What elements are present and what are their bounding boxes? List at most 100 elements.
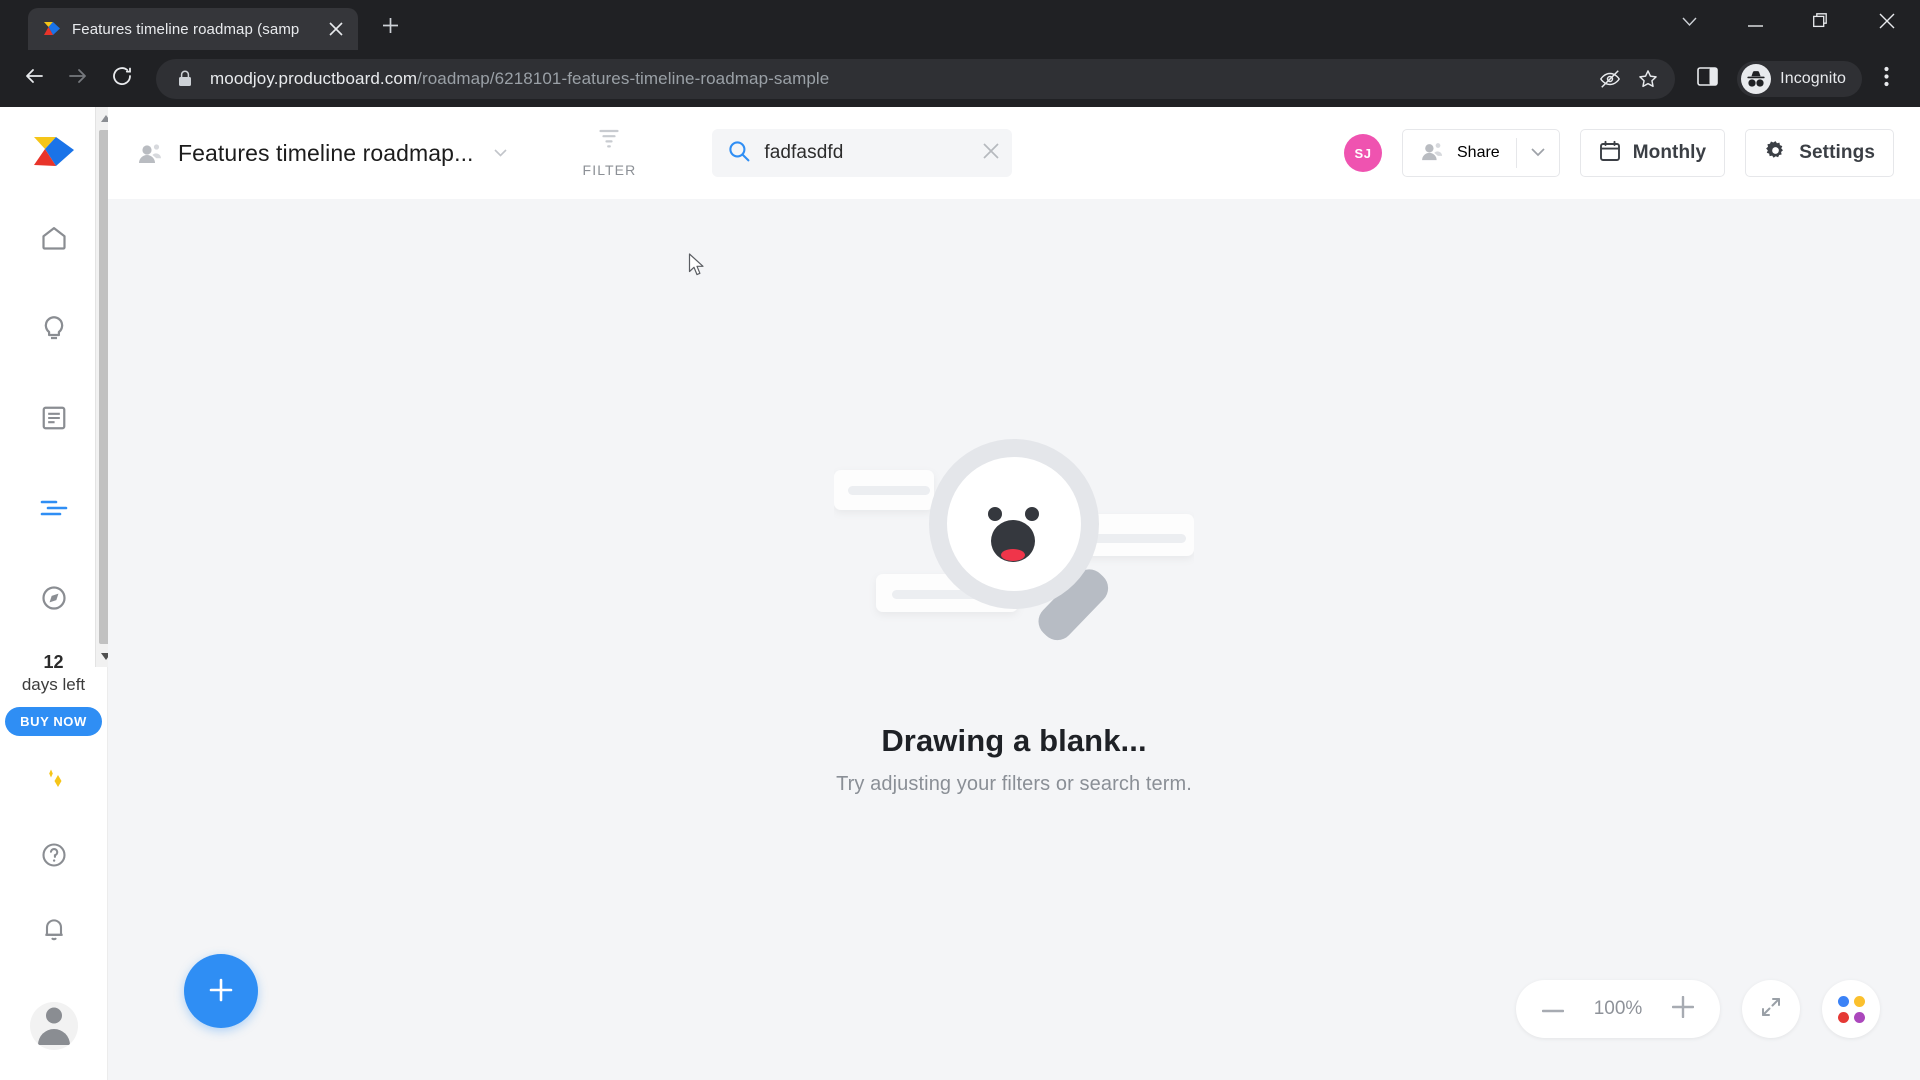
settings-button[interactable]: Settings [1745,129,1894,177]
address-bar[interactable]: moodjoy.productboard.com/roadmap/6218101… [156,58,1676,99]
share-button-group: Share [1402,129,1560,177]
url-path: /roadmap/6218101-features-timeline-roadm… [417,68,830,88]
zoom-controls: 100% [1516,980,1880,1038]
browser-tab[interactable]: Features timeline roadmap (samp [28,8,358,50]
chevron-down-icon [1531,144,1545,162]
magnifying-glass-surprised-face-illustration [834,414,1194,689]
page-content: 12 days left BUY NOW Features timeline r… [0,107,1920,1080]
arrow-right-icon [67,65,89,92]
user-avatar[interactable] [29,1002,78,1050]
people-icon [138,140,164,166]
tab-search-button[interactable] [1656,0,1722,46]
sidebar-item-home[interactable] [37,221,71,255]
trial-days-label: days left [21,674,86,694]
trial-days-count: 12 [43,652,64,672]
sidebar-nav [37,221,71,615]
collaborator-avatar[interactable]: SJ [1344,134,1382,172]
zoom-level-value: 100% [1593,998,1643,1019]
sidebar-item-portal[interactable] [37,581,71,615]
side-panel-icon [1696,66,1718,92]
clear-search-icon[interactable] [982,142,1000,165]
add-feature-button[interactable] [184,954,258,1028]
calendar-icon [1599,140,1621,167]
color-legend-button[interactable] [1822,980,1880,1038]
roadmap-title-group[interactable]: Features timeline roadmap... [138,140,507,167]
gear-icon [1764,139,1787,167]
expand-arrows-icon [1759,995,1783,1024]
page-title: Features timeline roadmap... [178,139,474,166]
browser-tab-title: Features timeline roadmap (samp [72,20,300,38]
empty-state: Drawing a blank... Try adjusting your fi… [834,414,1194,796]
user-avatar-icon [29,1002,78,1050]
star-icon[interactable] [1631,62,1665,96]
sidebar-bottom-nav [37,766,71,948]
trial-status: 12 days left [21,652,86,695]
sidebar-item-features[interactable] [37,401,71,435]
share-people-icon [1421,141,1445,166]
settings-label: Settings [1799,142,1875,163]
filter-button[interactable]: FILTER [583,128,637,178]
minimize-button[interactable] [1722,0,1788,46]
side-panel-button[interactable] [1687,59,1727,99]
share-label: Share [1457,144,1500,161]
close-icon[interactable] [324,17,348,41]
sidebar-item-notifications[interactable] [37,914,71,948]
question-circle-icon [40,841,68,874]
filter-label: FILTER [582,162,637,178]
zoom-in-button[interactable] [1671,995,1695,1023]
reload-icon [111,65,133,92]
sidebar-item-roadmaps[interactable] [37,491,71,525]
chevron-down-icon[interactable] [493,144,507,162]
search-input[interactable]: fadfasdfd [712,129,1013,177]
window-controls [1656,0,1920,46]
incognito-icon [1741,63,1772,94]
three-dots-vertical-icon [1883,66,1889,92]
sidebar-item-help[interactable] [37,840,71,874]
share-button[interactable]: Share [1403,130,1516,176]
buy-now-button[interactable]: BUY NOW [5,707,102,737]
search-icon [728,140,750,167]
sidebar-item-insights[interactable] [37,311,71,345]
lock-icon [174,68,196,90]
timeframe-button[interactable]: Monthly [1579,129,1726,177]
minimize-icon [1747,14,1763,32]
address-bar-url: moodjoy.productboard.com/roadmap/6218101… [210,69,829,89]
browser-window: Features timeline roadmap (samp moodjoy.… [0,0,1920,1080]
close-icon [1879,13,1895,34]
empty-state-subtitle: Try adjusting your filters or search ter… [836,772,1192,795]
productboard-logo-icon[interactable] [32,133,76,173]
back-button[interactable] [14,59,54,99]
incognito-label: Incognito [1780,69,1846,87]
empty-state-title: Drawing a blank... [881,722,1147,758]
browser-toolbar: moodjoy.productboard.com/roadmap/6218101… [0,50,1920,107]
zoom-out-button[interactable] [1541,1000,1565,1018]
zoom-pill: 100% [1516,980,1720,1038]
share-dropdown-button[interactable] [1517,130,1559,176]
roadmap-canvas: Drawing a blank... Try adjusting your fi… [108,199,1920,1080]
reload-button[interactable] [102,59,142,99]
plus-icon [382,17,399,39]
timeframe-label: Monthly [1632,142,1707,163]
incognito-indicator[interactable]: Incognito [1737,60,1862,97]
tab-strip: Features timeline roadmap (samp [0,0,1920,50]
restore-button[interactable] [1788,0,1854,46]
funnel-icon [597,128,621,155]
plus-icon [208,977,234,1006]
app-sidebar: 12 days left BUY NOW [0,107,115,1080]
search-input-value: fadfasdfd [764,142,844,163]
url-domain: moodjoy.productboard.com [210,68,418,88]
close-window-button[interactable] [1854,0,1920,46]
sparkle-icon [40,767,68,800]
four-color-dots-icon [1837,995,1865,1023]
new-tab-button[interactable] [370,8,410,48]
arrow-left-icon [23,65,45,92]
browser-menu-button[interactable] [1866,59,1906,99]
main-area: Features timeline roadmap... FILTER fadf… [108,107,1920,1080]
productboard-logo-icon [42,19,62,39]
fit-to-screen-button[interactable] [1742,980,1800,1038]
eye-slash-icon[interactable] [1593,62,1627,96]
forward-button[interactable] [58,59,98,99]
header-actions: SJ Share Monthly Settings [1344,129,1894,177]
sidebar-item-whats-new[interactable] [37,766,71,800]
app-header: Features timeline roadmap... FILTER fadf… [108,107,1920,199]
